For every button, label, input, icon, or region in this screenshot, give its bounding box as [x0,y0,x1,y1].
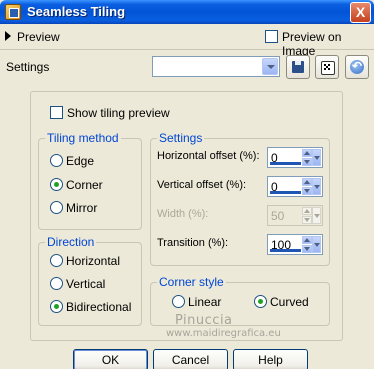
show-tiling-preview-checkbox[interactable] [50,106,63,119]
ok-button[interactable]: OK [73,349,148,369]
spin-up-icon [302,207,312,215]
preview-bar: Preview Preview on Image [0,24,374,58]
close-button[interactable]: X [350,2,371,23]
radio-edge[interactable] [50,154,63,167]
spin-up-icon[interactable] [302,178,312,186]
spin-dropdown-icon[interactable] [312,178,321,195]
preview-toggle[interactable]: Preview [17,30,60,44]
spin-dropdown-icon[interactable] [312,236,321,253]
settings-label: Settings [6,60,50,74]
radio-linear-label[interactable]: Linear [188,295,221,309]
transition-label: Transition (%): [157,237,229,249]
radio-horizontal[interactable] [50,254,63,267]
cancel-button[interactable]: Cancel [153,349,228,369]
transition-slider[interactable] [270,249,301,252]
radio-vertical[interactable] [50,277,63,290]
spin-down-icon[interactable] [302,158,312,166]
watermark-name: Pinuccia [175,313,233,328]
tiling-method-legend: Tiling method [45,131,121,145]
radio-mirror[interactable] [50,201,63,214]
expand-arrow-icon[interactable] [5,31,11,41]
preview-on-image-checkbox[interactable] [265,30,278,43]
preset-select[interactable] [152,56,280,77]
width-field: 50 [267,205,323,226]
randomize-button[interactable] [315,55,339,79]
spin-down-icon [302,216,312,224]
window-title: Seamless Tiling [27,4,126,19]
horizontal-offset-slider[interactable] [270,162,301,165]
spin-dropdown-icon [312,207,321,224]
watermark-url: www.maidiregrafica.eu [166,328,281,339]
spin-dropdown-icon[interactable] [312,149,321,166]
radio-edge-label[interactable]: Edge [66,154,94,168]
show-tiling-preview-label[interactable]: Show tiling preview [67,106,170,120]
width-value: 50 [271,209,285,223]
settings-bar: Settings [0,51,374,83]
horizontal-offset-label: Horizontal offset (%): [157,150,260,162]
save-preset-button[interactable] [286,55,310,79]
spin-down-icon[interactable] [302,245,312,253]
help-button[interactable]: Help [233,349,308,369]
direction-legend: Direction [45,235,97,249]
spin-up-icon[interactable] [302,149,312,157]
app-icon [5,4,21,20]
radio-bidirectional[interactable] [50,300,63,313]
radio-curved-label[interactable]: Curved [270,295,309,309]
vertical-offset-label: Vertical offset (%): [157,179,247,191]
radio-corner[interactable] [50,178,63,191]
radio-corner-label[interactable]: Corner [66,178,103,192]
radio-horizontal-label[interactable]: Horizontal [66,254,120,268]
spin-down-icon[interactable] [302,187,312,195]
vertical-offset-field[interactable]: 0 [267,176,323,197]
transition-field[interactable]: 100 [267,234,323,255]
horizontal-offset-field[interactable]: 0 [267,147,323,168]
radio-linear[interactable] [172,295,185,308]
settings-legend: Settings [157,131,205,145]
corner-style-legend: Corner style [157,275,226,289]
radio-vertical-label[interactable]: Vertical [66,277,105,291]
reset-button[interactable] [345,55,369,79]
radio-bidirectional-label[interactable]: Bidirectional [66,300,131,314]
preset-dropdown-icon[interactable] [262,58,278,75]
vertical-offset-slider[interactable] [270,191,301,194]
radio-curved[interactable] [254,295,267,308]
radio-mirror-label[interactable]: Mirror [66,201,97,215]
width-label: Width (%): [157,208,209,220]
spin-up-icon[interactable] [302,236,312,244]
title-bar: Seamless Tiling X [0,0,374,24]
